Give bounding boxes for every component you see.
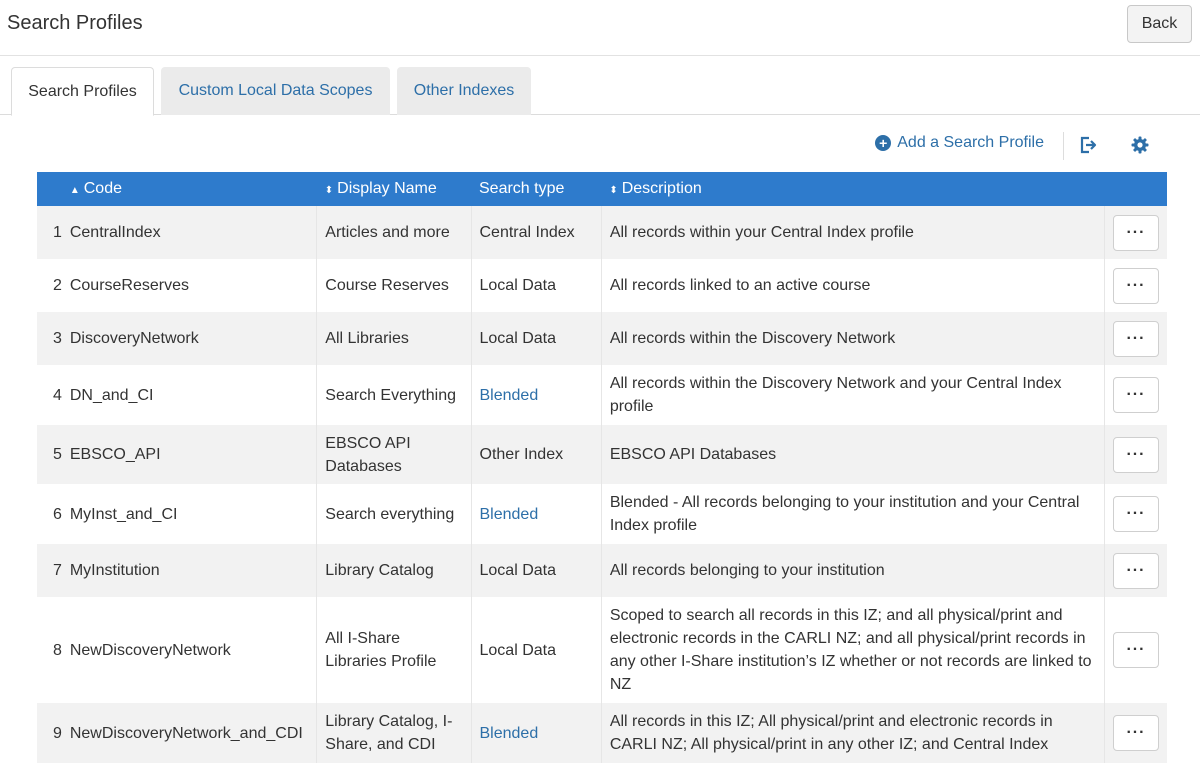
gear-icon[interactable] <box>1130 135 1150 155</box>
row-actions-button[interactable]: ··· <box>1112 320 1159 357</box>
column-header-code[interactable]: ▲ Code <box>61 172 317 206</box>
toolbar-divider <box>1063 132 1064 160</box>
row-number: 5 <box>37 425 62 484</box>
cell-code: NewDiscoveryNetwork_and_CDI <box>61 703 318 763</box>
cell-display-name: Search Everything <box>316 365 472 425</box>
page-header: Search Profiles Back <box>0 0 1200 56</box>
cell-code: DN_and_CI <box>61 365 318 425</box>
table-row: 9 NewDiscoveryNetwork_and_CDI Library Ca… <box>37 703 1167 763</box>
cell-code: CourseReserves <box>61 259 318 312</box>
table-toolbar: + Add a Search Profile <box>0 130 1200 160</box>
cell-display-name: Library Catalog, I-Share, and CDI <box>316 703 472 763</box>
cell-code: CentralIndex <box>61 206 318 259</box>
row-number: 4 <box>37 365 62 425</box>
row-actions-button[interactable]: ··· <box>1112 377 1159 413</box>
cell-search-type: Local Data <box>471 312 602 365</box>
actions-header <box>1104 172 1167 206</box>
cell-description: All records within the Discovery Network <box>601 312 1105 365</box>
table-row: 7 MyInstitution Library Catalog Local Da… <box>37 544 1167 597</box>
table-row: 6 MyInst_and_CI Search everything Blende… <box>37 484 1167 544</box>
row-number: 9 <box>37 703 62 763</box>
plus-circle-icon: + <box>875 135 892 151</box>
cell-search-type: Other Index <box>471 425 602 484</box>
add-search-profile-button[interactable]: + Add a Search Profile <box>875 134 1044 152</box>
row-actions-button[interactable]: ··· <box>1112 715 1159 751</box>
cell-code: EBSCO_API <box>61 425 318 484</box>
table-row: 8 NewDiscoveryNetwork All I-Share Librar… <box>37 597 1167 703</box>
cell-display-name: EBSCO API Databases <box>316 425 472 484</box>
row-number: 2 <box>37 259 62 312</box>
cell-search-type-link[interactable]: Blended <box>471 484 602 544</box>
table-header-row: ▲ Code ⬍ Display Name Search type ⬍ Descrip… <box>37 172 1167 206</box>
cell-code: DiscoveryNetwork <box>61 312 318 365</box>
table-row: 1 CentralIndex Articles and more Central… <box>37 206 1167 259</box>
cell-code: MyInstitution <box>61 544 318 597</box>
sort-icon: ⬍ <box>324 185 334 196</box>
cell-description: All records within your Central Index pr… <box>601 206 1105 259</box>
column-header-search-type: Search type <box>471 172 602 206</box>
back-button[interactable]: Back <box>1127 5 1192 43</box>
cell-description: All records within the Discovery Network… <box>601 365 1105 425</box>
column-header-display-name[interactable]: ⬍ Display Name <box>316 172 471 206</box>
cell-display-name: Articles and more <box>316 206 472 259</box>
cell-description: Scoped to search all records in this IZ;… <box>601 597 1105 703</box>
table-row: 5 EBSCO_API EBSCO API Databases Other In… <box>37 425 1167 484</box>
table-row: 4 DN_and_CI Search Everything Blended Al… <box>37 365 1167 425</box>
page-title: Search Profiles <box>7 12 143 34</box>
cell-code: NewDiscoveryNetwork <box>61 597 318 703</box>
cell-display-name: Library Catalog <box>316 544 472 597</box>
cell-search-type: Local Data <box>471 597 602 703</box>
row-actions-button[interactable]: ··· <box>1112 214 1159 251</box>
cell-description: EBSCO API Databases <box>601 425 1105 484</box>
tab-other-indexes[interactable]: Other Indexes <box>397 67 531 115</box>
export-icon[interactable] <box>1078 135 1098 155</box>
row-number: 8 <box>37 597 62 703</box>
cell-display-name: Course Reserves <box>316 259 472 312</box>
cell-description: Blended - All records belonging to your … <box>601 484 1105 544</box>
cell-search-type: Central Index <box>471 206 602 259</box>
cell-description: All records belonging to your institutio… <box>601 544 1105 597</box>
cell-description: All records linked to an active course <box>601 259 1105 312</box>
cell-description: All records in this IZ; All physical/pri… <box>601 703 1105 763</box>
row-number: 6 <box>37 484 62 544</box>
cell-search-type-link[interactable]: Blended <box>471 365 602 425</box>
sort-icon: ⬍ <box>609 185 618 196</box>
table-row: 2 CourseReserves Course Reserves Local D… <box>37 259 1167 312</box>
tab-bar: Search Profiles Custom Local Data Scopes… <box>0 67 1200 116</box>
cell-display-name: All I-Share Libraries Profile <box>316 597 472 703</box>
tab-search-profiles[interactable]: Search Profiles <box>11 67 154 116</box>
row-actions-button[interactable]: ··· <box>1112 496 1159 532</box>
table-row: 3 DiscoveryNetwork All Libraries Local D… <box>37 312 1167 365</box>
tab-custom-local-data-scopes[interactable]: Custom Local Data Scopes <box>161 67 390 115</box>
row-actions-button[interactable]: ··· <box>1112 436 1159 473</box>
row-number: 7 <box>37 544 62 597</box>
cell-code: MyInst_and_CI <box>61 484 318 544</box>
cell-search-type-link[interactable]: Blended <box>471 703 602 763</box>
row-actions-button[interactable]: ··· <box>1112 632 1159 668</box>
cell-search-type: Local Data <box>471 544 602 597</box>
sort-ascending-icon: ▲ <box>69 185 80 196</box>
row-number: 3 <box>37 312 62 365</box>
cell-display-name: Search everything <box>316 484 472 544</box>
search-profiles-table: ▲ Code ⬍ Display Name Search type ⬍ Descrip… <box>37 172 1167 763</box>
add-search-profile-label: Add a Search Profile <box>897 134 1044 151</box>
row-number: 1 <box>37 206 62 259</box>
cell-search-type: Local Data <box>471 259 602 312</box>
row-actions-button[interactable]: ··· <box>1112 552 1159 589</box>
row-number-header <box>37 172 62 206</box>
cell-display-name: All Libraries <box>316 312 472 365</box>
row-actions-button[interactable]: ··· <box>1112 267 1159 304</box>
column-header-description[interactable]: ⬍ Description <box>601 172 1105 206</box>
